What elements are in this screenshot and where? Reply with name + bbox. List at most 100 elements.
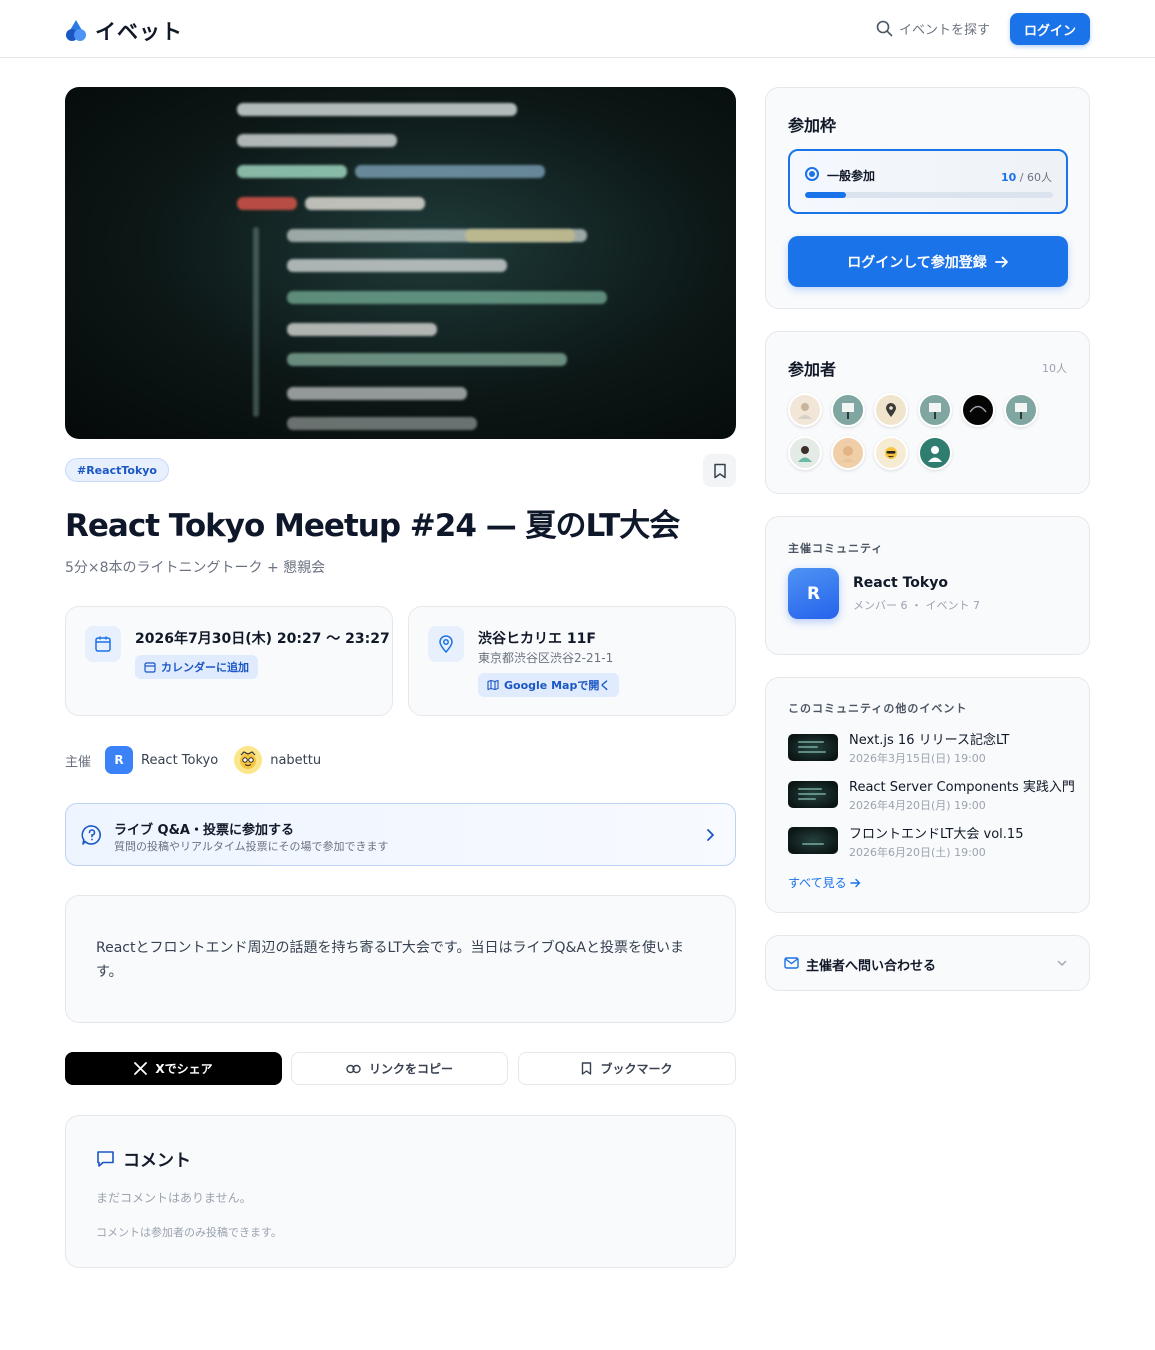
community-heading: 主催コミュニティ (788, 542, 884, 555)
attendee-avatar[interactable] (874, 393, 908, 427)
other-event-title[interactable]: Next.js 16 リリース記念LT (849, 729, 1009, 748)
mail-icon (784, 957, 799, 969)
app-name: イベット (95, 20, 183, 44)
community-name[interactable]: React Tokyo (853, 575, 948, 591)
attendee-avatar[interactable] (961, 393, 995, 427)
event-thumbnail (788, 734, 838, 761)
search-label: イベントを探す (899, 23, 991, 38)
other-event-title[interactable]: フロントエンドLT大会 vol.15 (849, 823, 1023, 842)
ticket-option-general[interactable]: 一般参加 10 / 60人 (788, 149, 1068, 214)
attendee-avatar[interactable] (788, 393, 822, 427)
open-google-map-button[interactable]: Google Mapで開く (478, 673, 620, 697)
bookmark-label: ブックマーク (600, 1062, 673, 1076)
link-icon (346, 1064, 361, 1073)
person-icon (798, 446, 812, 462)
calendar-icon-wrap (85, 626, 121, 662)
other-events-heading: このコミュニティの他のイベント (788, 702, 968, 715)
app-logo[interactable]: イベット (65, 16, 183, 46)
share-x-button[interactable]: Xでシェア (65, 1052, 282, 1085)
wave-icon (969, 405, 987, 413)
event-tag[interactable]: #ReactTokyo (65, 458, 169, 482)
bookmark-toggle-button[interactable] (703, 454, 736, 487)
contact-host-card[interactable]: 主催者へ問い合わせる (765, 935, 1090, 991)
person-icon (928, 446, 942, 462)
bookmark-icon (713, 463, 726, 478)
x-logo-icon (134, 1062, 148, 1075)
see-all-events-link[interactable]: すべて見る (788, 874, 861, 891)
arrow-right-icon (994, 256, 1008, 267)
calendar-icon (95, 636, 111, 652)
comments-heading: コメント (96, 1146, 191, 1171)
comments-note: コメントは参加者のみ投稿できます。 (96, 1226, 282, 1239)
login-register-button[interactable]: ログインして参加登録 (788, 236, 1068, 287)
event-datetime: 2026年7月30日(木) 20:27 〜 23:27 (135, 631, 390, 647)
community-card[interactable]: 主催コミュニティ R React Tokyo メンバー 6 ・ イベント 7 (765, 516, 1090, 655)
see-all-label: すべて見る (788, 876, 847, 890)
pin-icon (886, 403, 896, 417)
calendar-plus-icon (144, 662, 156, 673)
copy-link-label: リンクをコピー (368, 1062, 453, 1076)
attendee-avatar[interactable] (874, 436, 908, 470)
logo-icon (66, 20, 86, 41)
live-qa-card[interactable]: ライブ Q&A・投票に参加する 質問の投稿やリアルタイム投票にその場で参加できま… (65, 803, 736, 866)
map-pin-icon (439, 635, 453, 653)
attendee-avatar[interactable] (831, 436, 865, 470)
sign-icon (842, 403, 854, 419)
host-community-avatar[interactable]: R (105, 746, 134, 774)
attendee-avatar[interactable] (918, 393, 952, 427)
arrow-right-icon (849, 878, 860, 887)
host-row: 主催 R React Tokyo nabettu (65, 744, 321, 776)
bookmark-icon (582, 1062, 592, 1075)
live-qa-subtitle: 質問の投稿やリアルタイム投票にその場で参加できます (114, 840, 389, 853)
person-icon (841, 446, 855, 462)
search-events-link[interactable]: イベントを探す (876, 19, 990, 38)
ticket-card: 参加枠 一般参加 10 / 60人 ログインして参加登録 (765, 87, 1090, 309)
event-hero-image (65, 87, 736, 439)
search-icon (876, 20, 893, 37)
map-icon (487, 679, 499, 691)
ticket-registered: 10 (1000, 171, 1017, 184)
attendees-count: 10人 (1042, 362, 1067, 375)
ticket-name: 一般参加 (827, 169, 876, 183)
attendee-avatar[interactable] (918, 436, 952, 470)
community-avatar[interactable]: R (788, 568, 839, 619)
venue-name: 渋谷ヒカリエ 11F (478, 631, 596, 647)
host-community-name[interactable]: React Tokyo (141, 753, 218, 768)
other-event-title[interactable]: React Server Components 実践入門 (849, 776, 1075, 795)
ticket-radio[interactable] (805, 167, 819, 181)
top-header: イベット イベントを探す ログイン (0, 0, 1155, 58)
comments-empty-text: まだコメントはありません。 (96, 1191, 252, 1205)
sign-icon (1015, 403, 1027, 419)
open-google-map-label: Google Mapで開く (504, 679, 611, 692)
venue-address: 東京都渋谷区渋谷2-21-1 (478, 651, 614, 665)
community-meta: メンバー 6 ・ イベント 7 (853, 599, 980, 612)
event-title: React Tokyo Meetup #24 — 夏のLT大会 (65, 508, 680, 544)
comments-title: コメント (123, 1151, 191, 1171)
venue-card: 渋谷ヒカリエ 11F 東京都渋谷区渋谷2-21-1 Google Mapで開く (408, 606, 736, 716)
ticket-capacity: 10 / 60人 (1001, 169, 1052, 185)
event-thumbnail (788, 827, 838, 854)
login-button[interactable]: ログイン (1010, 13, 1090, 45)
datetime-card: 2026年7月30日(木) 20:27 〜 23:27 カレンダーに追加 (65, 606, 393, 716)
attendee-avatar[interactable] (1004, 393, 1038, 427)
comment-icon (97, 1150, 114, 1167)
attendee-avatar[interactable] (788, 436, 822, 470)
host-user-name[interactable]: nabettu (270, 753, 321, 768)
event-subtitle: 5分×8本のライトニングトーク + 懇親会 (65, 560, 326, 576)
attendee-avatar[interactable] (831, 393, 865, 427)
event-description: Reactとフロントエンド周辺の話題を持ち寄るLT大会です。当日はライブQ&Aと… (96, 940, 685, 980)
live-qa-title: ライブ Q&A・投票に参加する (114, 823, 294, 838)
add-to-calendar-label: カレンダーに追加 (161, 661, 249, 674)
sign-icon (929, 403, 941, 419)
person-icon (798, 403, 812, 419)
event-thumbnail (788, 781, 838, 808)
comments-card: コメント まだコメントはありません。 コメントは参加者のみ投稿できます。 (65, 1115, 736, 1268)
ticket-heading: 参加枠 (788, 116, 837, 135)
ticket-capacity-text: / 60人 (1019, 171, 1052, 184)
host-user-avatar[interactable] (234, 746, 263, 774)
location-icon-wrap (428, 626, 464, 662)
bookmark-button[interactable]: ブックマーク (518, 1052, 736, 1085)
ticket-progress-fill (805, 192, 847, 198)
add-to-calendar-button[interactable]: カレンダーに追加 (135, 655, 258, 679)
copy-link-button[interactable]: リンクをコピー (291, 1052, 508, 1085)
